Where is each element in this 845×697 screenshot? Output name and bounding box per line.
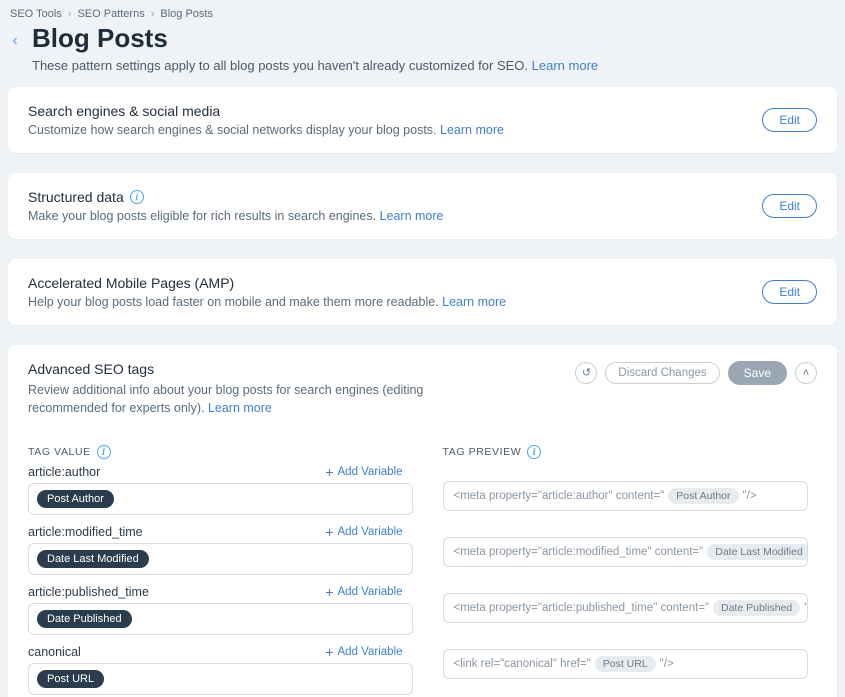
tag-preview-box: <link rel="canonical" href=" Post URL "/… [443,649,808,679]
breadcrumb-item-seo-tools[interactable]: SEO Tools [10,8,62,20]
tag-value-header: TAG VALUE [28,446,91,458]
preview-post: "/ [804,602,807,614]
info-icon[interactable]: i [130,190,144,204]
chevron-up-icon: ˄ [803,367,809,379]
revert-icon: ↺ [582,366,591,379]
preview-chip: Date Last Modified [707,544,807,560]
preview-chip: Post Author [668,488,738,504]
edit-button[interactable]: Edit [762,108,817,132]
preview-pre: <meta property="article:author" content=… [454,490,665,502]
tag-value-input[interactable]: Date Last Modified [28,543,413,575]
tag-preview-column: TAG PREVIEW i <meta property="article:au… [443,445,818,697]
card-title: Structured data [28,189,124,205]
add-variable-label: Add Variable [338,466,403,478]
card-structured-data: Structured data i Make your blog posts e… [8,173,837,239]
tag-name: article:modified_time [28,525,143,539]
tag-row-article-author: article:author + Add Variable Post Autho… [28,465,403,515]
learn-more-link[interactable]: Learn more [380,209,444,223]
preview-pre: <meta property="article:published_time" … [454,602,710,614]
breadcrumb-item-blog-posts[interactable]: Blog Posts [160,8,213,20]
collapse-button[interactable]: ˄ [795,362,817,384]
plus-icon: + [325,585,333,599]
preview-pre: <meta property="article:modified_time" c… [454,546,704,558]
tag-value-input[interactable]: Date Published [28,603,413,635]
card-search-social: Search engines & social media Customize … [8,87,837,153]
learn-more-link[interactable]: Learn more [440,123,504,137]
learn-more-link[interactable]: Learn more [208,401,272,415]
tag-value-column: TAG VALUE i article:author + Add Variabl… [28,445,403,697]
variable-chip[interactable]: Post Author [37,490,114,508]
learn-more-link[interactable]: Learn more [442,295,506,309]
tag-row-article-published-time: article:published_time + Add Variable Da… [28,585,403,635]
tag-row-canonical: canonical + Add Variable Post URL [28,645,403,695]
tag-name: article:published_time [28,585,149,599]
variable-chip[interactable]: Date Published [37,610,132,628]
card-subtitle: Help your blog posts load faster on mobi… [28,295,439,309]
discard-changes-button[interactable]: Discard Changes [605,362,719,384]
card-title: Accelerated Mobile Pages (AMP) [28,275,234,291]
advanced-title: Advanced SEO tags [28,361,468,377]
preview-chip: Post URL [595,656,656,672]
tag-preview-header: TAG PREVIEW [443,446,522,458]
back-button[interactable]: ‹ [6,24,24,50]
edit-button[interactable]: Edit [762,280,817,304]
tag-preview-box: <meta property="article:modified_time" c… [443,537,808,567]
tag-preview-box: <meta property="article:author" content=… [443,481,808,511]
subtitle-text: These pattern settings apply to all blog… [32,58,528,73]
variable-chip[interactable]: Date Last Modified [37,550,149,568]
plus-icon: + [325,465,333,479]
edit-button[interactable]: Edit [762,194,817,218]
page-title: Blog Posts [32,24,598,54]
info-icon[interactable]: i [97,445,111,459]
tag-row-article-modified-time: article:modified_time + Add Variable Dat… [28,525,403,575]
preview-chip: Date Published [713,600,800,616]
tag-name: canonical [28,645,81,659]
card-title: Search engines & social media [28,103,220,119]
preview-post: "/> [743,490,757,502]
preview-post: "/> [660,658,674,670]
learn-more-link[interactable]: Learn more [532,58,598,73]
add-variable-label: Add Variable [338,646,403,658]
tag-value-input[interactable]: Post Author [28,483,413,515]
tag-value-input[interactable]: Post URL [28,663,413,695]
plus-icon: + [325,645,333,659]
add-variable-label: Add Variable [338,586,403,598]
card-advanced-seo: Advanced SEO tags Review additional info… [8,345,837,697]
chevron-right-icon: › [68,8,72,20]
info-icon[interactable]: i [527,445,541,459]
save-button[interactable]: Save [728,361,787,385]
chevron-right-icon: › [151,8,155,20]
add-variable-button[interactable]: + Add Variable [325,585,402,599]
page-subtitle: These pattern settings apply to all blog… [32,58,598,73]
breadcrumb: SEO Tools › SEO Patterns › Blog Posts [0,0,845,24]
plus-icon: + [325,525,333,539]
add-variable-label: Add Variable [338,526,403,538]
variable-chip[interactable]: Post URL [37,670,104,688]
add-variable-button[interactable]: + Add Variable [325,465,402,479]
card-subtitle: Make your blog posts eligible for rich r… [28,209,376,223]
add-variable-button[interactable]: + Add Variable [325,645,402,659]
card-amp: Accelerated Mobile Pages (AMP) Help your… [8,259,837,325]
chevron-left-icon: ‹ [12,32,17,49]
add-variable-button[interactable]: + Add Variable [325,525,402,539]
card-subtitle: Customize how search engines & social ne… [28,123,437,137]
tag-preview-box: <meta property="article:published_time" … [443,593,808,623]
preview-pre: <link rel="canonical" href=" [454,658,591,670]
tag-name: article:author [28,465,100,479]
breadcrumb-item-seo-patterns[interactable]: SEO Patterns [77,8,144,20]
revert-button[interactable]: ↺ [575,362,597,384]
